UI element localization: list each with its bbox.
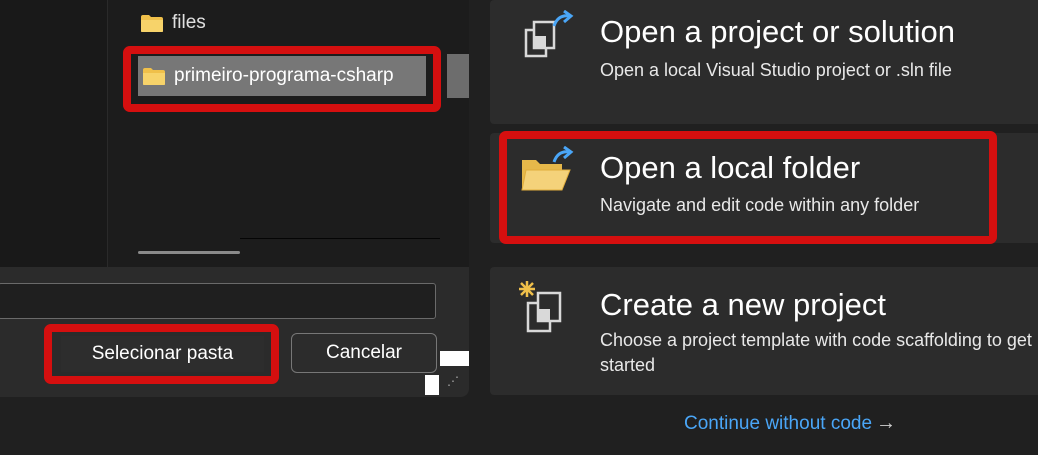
open-project-card[interactable]: Open a project or solution Open a local … — [490, 0, 1038, 124]
folder-tree-pane: files primeiro-programa-csharp — [108, 0, 469, 267]
arrow-right-icon: → — [876, 412, 897, 434]
tree-item-files[interactable]: files — [140, 3, 320, 43]
overlay-artifact — [425, 375, 439, 395]
open-project-icon — [520, 10, 576, 66]
horizontal-scrollbar-track — [240, 238, 440, 239]
highlight-box-open-folder — [499, 131, 997, 244]
overlay-artifact — [440, 351, 469, 366]
card-description: Choose a project template with code scaf… — [600, 330, 1032, 375]
continue-link-label: Continue without code — [684, 412, 873, 434]
folder-icon — [140, 14, 164, 33]
cancel-button-label: Cancelar — [325, 342, 403, 363]
folder-path-input[interactable] — [0, 283, 436, 319]
horizontal-scrollbar-thumb[interactable] — [138, 251, 240, 254]
vertical-scrollbar-thumb[interactable] — [447, 54, 469, 98]
continue-without-code-link[interactable]: Continue without code → — [684, 412, 896, 435]
new-project-icon — [516, 279, 576, 339]
tree-item-label: files — [172, 12, 206, 33]
resize-grip-icon[interactable]: ⋰ — [447, 374, 460, 388]
card-description: Open a local Visual Studio project or .s… — [600, 60, 952, 80]
card-title: Create a new project — [600, 287, 887, 322]
navigation-pane — [0, 0, 108, 267]
card-title: Open a project or solution — [600, 14, 955, 49]
cancel-button[interactable]: Cancelar — [291, 333, 437, 373]
highlight-box-select-button — [44, 324, 279, 384]
create-new-project-card[interactable]: Create a new project Choose a project te… — [490, 267, 1038, 395]
highlight-box-folder — [123, 46, 441, 112]
